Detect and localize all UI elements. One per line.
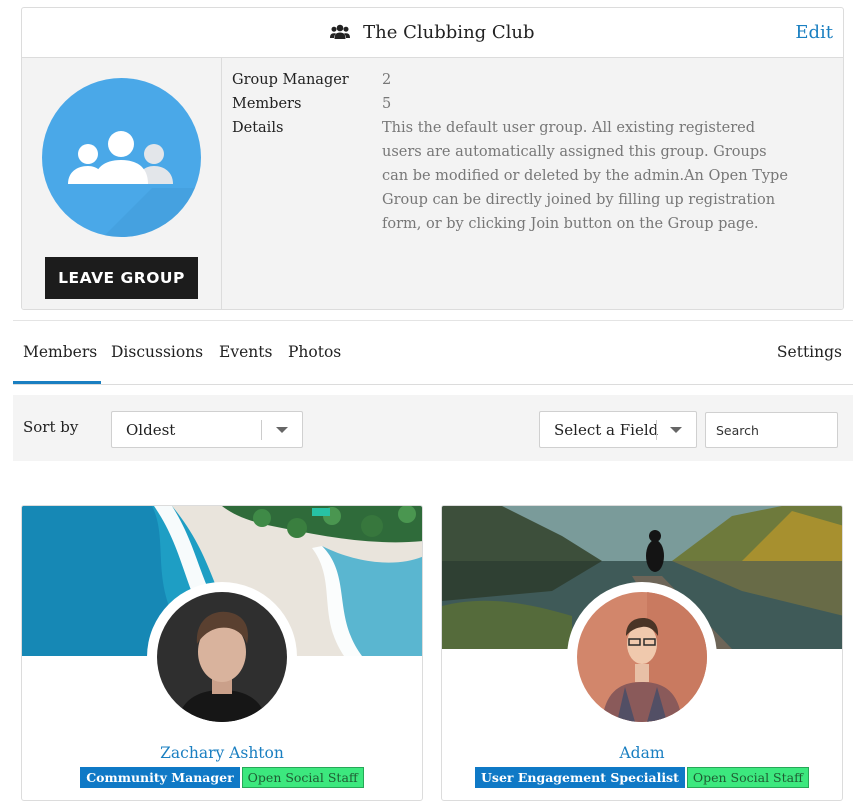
member-name-link[interactable]: Adam bbox=[442, 744, 842, 762]
filter-bar: Sort by Oldest Select a Field bbox=[13, 395, 853, 461]
group-body: LEAVE GROUP Group Manager 2 Members 5 De… bbox=[22, 58, 843, 309]
avatar-ring bbox=[567, 582, 717, 732]
tab-bar: Members Discussions Events Photos Settin… bbox=[13, 321, 853, 385]
staff-badge: Open Social Staff bbox=[241, 767, 364, 788]
tab-members[interactable]: Members bbox=[23, 343, 97, 361]
info-row-manager: Group Manager 2 bbox=[232, 68, 792, 92]
group-card: The Clubbing Club Edit LEAVE GROUP Group bbox=[21, 7, 844, 310]
group-header: The Clubbing Club Edit bbox=[22, 8, 843, 58]
tab-settings[interactable]: Settings bbox=[777, 343, 842, 361]
member-name-link[interactable]: Zachary Ashton bbox=[22, 744, 422, 762]
group-users-icon bbox=[68, 131, 201, 237]
info-key: Group Manager bbox=[232, 72, 349, 88]
group-info-table: Group Manager 2 Members 5 Details This t… bbox=[232, 68, 792, 236]
chevron-down-icon bbox=[670, 427, 682, 433]
active-tab-indicator bbox=[13, 381, 101, 384]
role-badge: Community Manager bbox=[80, 767, 240, 788]
select-divider bbox=[261, 420, 262, 440]
field-select-value: Select a Field bbox=[554, 421, 659, 439]
avatar-ring bbox=[147, 582, 297, 732]
select-divider bbox=[656, 420, 657, 440]
info-row-details: Details This the default user group. All… bbox=[232, 116, 792, 236]
member-card[interactable]: Adam User Engagement Specialist Open Soc… bbox=[441, 505, 843, 801]
avatar[interactable] bbox=[157, 592, 287, 722]
group-avatar-panel: LEAVE GROUP bbox=[22, 58, 222, 309]
sort-select[interactable]: Oldest bbox=[111, 411, 303, 448]
tab-discussions[interactable]: Discussions bbox=[111, 343, 203, 361]
sort-select-value: Oldest bbox=[126, 421, 176, 439]
role-badge: User Engagement Specialist bbox=[475, 767, 685, 788]
sort-label: Sort by bbox=[23, 418, 79, 436]
info-row-members: Members 5 bbox=[232, 92, 792, 116]
info-value: This the default user group. All existin… bbox=[382, 120, 788, 232]
search-input[interactable] bbox=[705, 412, 838, 448]
page-title: The Clubbing Club bbox=[363, 22, 535, 43]
avatar[interactable] bbox=[577, 592, 707, 722]
avatar-photo bbox=[157, 592, 287, 722]
users-icon bbox=[330, 24, 351, 39]
tab-photos[interactable]: Photos bbox=[288, 343, 341, 361]
info-value: 2 bbox=[382, 72, 392, 88]
chevron-down-icon bbox=[276, 427, 288, 433]
group-title-wrap: The Clubbing Club bbox=[22, 22, 843, 43]
member-badges: Community Manager Open Social Staff bbox=[22, 767, 422, 788]
info-key: Details bbox=[232, 120, 284, 136]
tab-events[interactable]: Events bbox=[219, 343, 272, 361]
info-value: 5 bbox=[382, 96, 392, 112]
staff-badge: Open Social Staff bbox=[686, 767, 809, 788]
member-badges: User Engagement Specialist Open Social S… bbox=[442, 767, 842, 788]
group-avatar bbox=[42, 78, 201, 237]
leave-group-button[interactable]: LEAVE GROUP bbox=[45, 257, 198, 299]
avatar-photo bbox=[577, 592, 707, 722]
info-key: Members bbox=[232, 96, 302, 112]
member-card[interactable]: Zachary Ashton Community Manager Open So… bbox=[21, 505, 423, 801]
field-select[interactable]: Select a Field bbox=[539, 411, 697, 448]
edit-link[interactable]: Edit bbox=[795, 22, 833, 43]
